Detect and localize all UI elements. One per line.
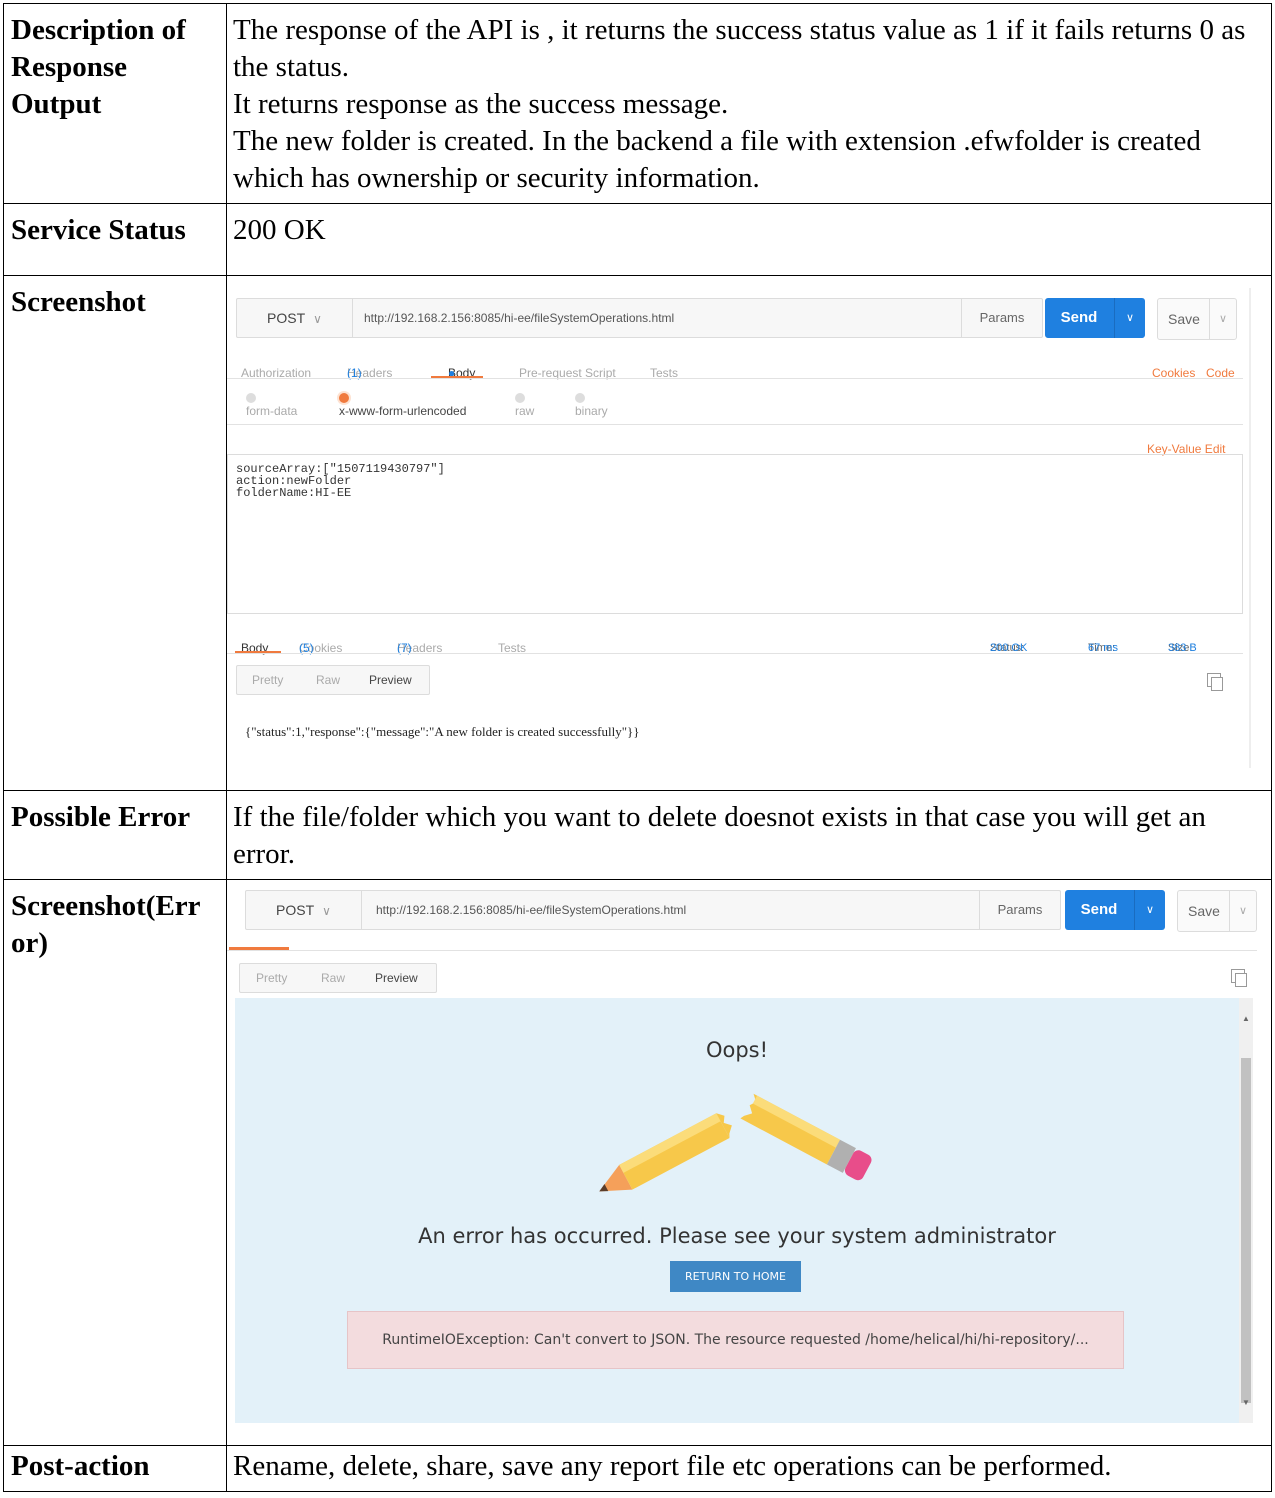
body-line-1: sourceArray:["1507119430797"] xyxy=(236,462,445,476)
view-mode-group: Pretty Raw Preview xyxy=(239,963,437,993)
description-cell: The response of the API is , it returns … xyxy=(226,3,1272,204)
divider xyxy=(227,424,1243,425)
error-preview-panel: Oops! An error has occurred. Please see … xyxy=(235,998,1239,1423)
oops-heading: Oops! xyxy=(705,1038,769,1062)
scrollbar-thumb[interactable] xyxy=(1241,1058,1251,1403)
divider xyxy=(227,950,1257,951)
postman-error-screenshot: POST ∨ http://192.168.2.156:8085/hi-ee/fi… xyxy=(227,880,1257,1423)
service-status-value: 200 OK xyxy=(226,203,1272,276)
request-tabs: Authorization Headers (1) Body ● Pre-req… xyxy=(241,355,1241,385)
view-raw-button[interactable]: Raw xyxy=(316,666,340,694)
code-link[interactable]: Code xyxy=(1206,355,1235,392)
url-bar[interactable]: POST ∨ http://192.168.2.156:8085/hi-ee/fi… xyxy=(236,298,1043,338)
service-status-label: Service Status xyxy=(3,203,227,276)
scroll-down-icon[interactable]: ▼ xyxy=(1242,1384,1250,1421)
view-preview-button[interactable]: Preview xyxy=(369,666,412,694)
scroll-up-icon[interactable]: ▲ xyxy=(1242,1000,1250,1037)
chevron-down-icon: ∨ xyxy=(313,312,322,326)
response-json: {"status":1,"response":{"message":"A new… xyxy=(245,724,640,739)
chevron-down-icon[interactable]: ∨ xyxy=(1229,891,1256,931)
scrollbar[interactable]: ▲ ▼ xyxy=(1239,998,1253,1423)
description-line-1: The response of the API is , it returns … xyxy=(233,14,1246,83)
params-button[interactable]: Params xyxy=(961,299,1042,337)
url-bar[interactable]: POST ∨ http://192.168.2.156:8085/hi-ee/fi… xyxy=(245,890,1061,930)
return-to-home-button[interactable]: RETURN TO HOME xyxy=(670,1261,801,1292)
send-button[interactable]: Send ∨ xyxy=(1045,298,1145,338)
exception-alert: RuntimeIOException: Can't convert to JSO… xyxy=(347,1311,1124,1369)
error-message: An error has occurred. Please see your s… xyxy=(418,1224,1056,1248)
view-pretty-button[interactable]: Pretty xyxy=(252,666,283,694)
body-line-3: folderName:HI-EE xyxy=(236,486,352,500)
save-button[interactable]: Save ∨ xyxy=(1157,298,1237,340)
description-line-3: The new folder is created. In the backen… xyxy=(233,125,1201,194)
request-body-editor[interactable]: sourceArray:["1507119430797"] action:newF… xyxy=(227,454,1243,614)
url-input[interactable]: http://192.168.2.156:8085/hi-ee/fileSyst… xyxy=(376,891,686,929)
method-select[interactable]: POST ∨ xyxy=(246,891,362,929)
screenshot-label: Screenshot xyxy=(3,275,227,791)
chevron-down-icon[interactable]: ∨ xyxy=(1209,299,1236,339)
response-tabs: Body Cookies (5) Headers (7) Tests Statu… xyxy=(241,641,1197,655)
cookies-link[interactable]: Cookies xyxy=(1152,355,1195,392)
view-preview-button[interactable]: Preview xyxy=(375,964,418,992)
dot-icon: ● xyxy=(448,366,456,380)
body-type-options: form-data x-www-form-urlencoded raw bina… xyxy=(246,393,746,423)
chevron-down-icon[interactable]: ∨ xyxy=(1134,890,1165,930)
view-pretty-button[interactable]: Pretty xyxy=(256,964,287,992)
body-line-2: action:newFolder xyxy=(236,474,352,488)
save-button[interactable]: Save ∨ xyxy=(1177,890,1257,932)
url-input[interactable]: http://192.168.2.156:8085/hi-ee/fileSyst… xyxy=(364,299,674,337)
description-line-2: It returns response as the success messa… xyxy=(233,88,729,120)
screenshot-error-label: Screenshot(Error) xyxy=(3,879,227,1446)
api-doc-table: Description of Response Output The respo… xyxy=(3,3,1272,1492)
send-button[interactable]: Send ∨ xyxy=(1065,890,1165,930)
post-action-value: Rename, delete, share, save any report f… xyxy=(226,1445,1272,1492)
chevron-down-icon[interactable]: ∨ xyxy=(1114,298,1145,338)
scrollbar[interactable] xyxy=(1249,288,1251,768)
copy-icon[interactable] xyxy=(1231,969,1247,987)
method-select[interactable]: POST ∨ xyxy=(237,299,353,337)
post-action-label: Post-action xyxy=(3,1445,227,1492)
possible-error-label: Possible Error xyxy=(3,790,227,880)
view-raw-button[interactable]: Raw xyxy=(321,964,345,992)
chevron-down-icon: ∨ xyxy=(322,904,331,918)
postman-success-screenshot: POST ∨ http://192.168.2.156:8085/hi-ee/fi… xyxy=(227,276,1255,781)
copy-icon[interactable] xyxy=(1207,673,1223,691)
divider xyxy=(227,378,1243,379)
params-button[interactable]: Params xyxy=(979,891,1060,929)
divider xyxy=(227,653,1243,654)
description-label: Description of Response Output xyxy=(3,3,227,204)
view-mode-group: Pretty Raw Preview xyxy=(236,665,430,695)
possible-error-value: If the file/folder which you want to del… xyxy=(226,790,1272,880)
broken-pencil-icon xyxy=(599,1093,872,1192)
